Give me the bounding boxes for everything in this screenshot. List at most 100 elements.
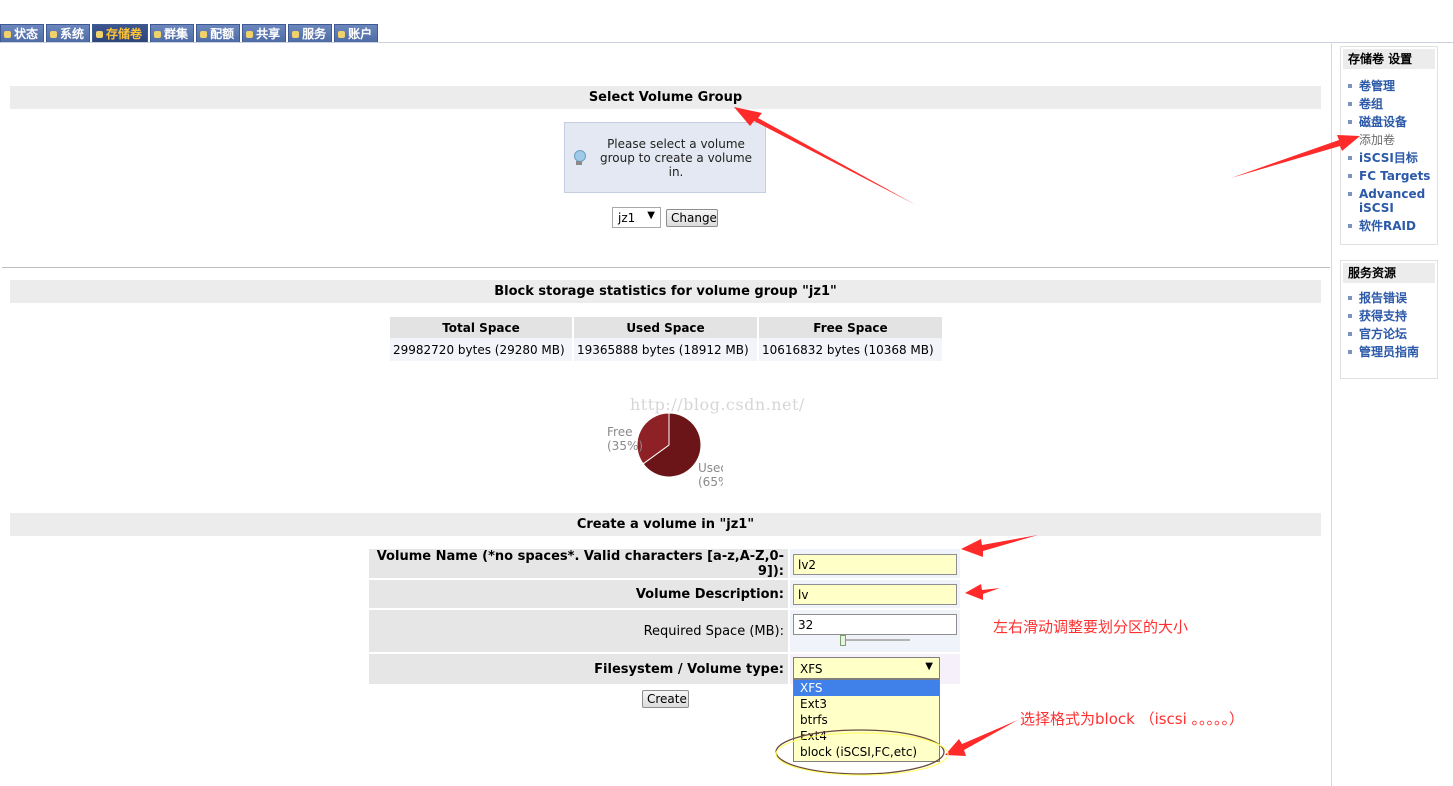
- total-space-header: Total Space: [390, 317, 572, 338]
- select-vg-header: Select Volume Group: [10, 86, 1321, 109]
- arrow-to-volume-name: [961, 535, 1038, 557]
- tab-cluster[interactable]: 群集: [150, 24, 195, 43]
- sidebar-item-forum[interactable]: 官方论坛: [1341, 325, 1437, 343]
- nav-divider: [0, 42, 1453, 43]
- space-slider-handle[interactable]: [840, 635, 846, 646]
- block-annotation: 选择格式为block （iscsi 。。。。。）: [1020, 710, 1245, 728]
- stats-header-row: Total Space Used Space Free Space: [390, 317, 942, 338]
- info-text: Please select a volume group to create a…: [599, 136, 753, 179]
- tab-volumes[interactable]: 存储卷: [92, 24, 149, 43]
- sidebar-divider: [1331, 42, 1332, 786]
- option-btrfs[interactable]: btrfs: [794, 712, 939, 728]
- dropdown-arrow-icon: ▼: [925, 661, 933, 672]
- cluster-icon: [154, 30, 162, 38]
- sidebar-item-add-volume[interactable]: 添加卷: [1341, 131, 1437, 149]
- bullet-icon: [1348, 332, 1352, 336]
- tab-label: 群集: [164, 26, 189, 41]
- stats-value-row: 29982720 bytes (29280 MB) 19365888 bytes…: [390, 338, 942, 361]
- sidebar-item-admin-guide[interactable]: 管理员指南: [1341, 343, 1437, 361]
- stats-header: Block storage statistics for volume grou…: [10, 280, 1321, 303]
- dropdown-arrow-icon: ▼: [647, 210, 655, 221]
- total-space-value: 29982720 bytes (29280 MB): [390, 338, 572, 361]
- option-block[interactable]: block (iSCSI,FC,etc): [794, 744, 939, 760]
- bullet-icon: [1348, 224, 1352, 228]
- sidebar-item-software-raid[interactable]: 软件RAID: [1341, 217, 1437, 235]
- bullet-icon: [1348, 296, 1352, 300]
- used-space-value: 19365888 bytes (18912 MB): [574, 338, 757, 361]
- stats-table: Total Space Used Space Free Space 299827…: [388, 317, 944, 361]
- sidebar-item-iscsi-targets[interactable]: iSCSI目标: [1341, 149, 1437, 167]
- bullet-icon: [1348, 156, 1352, 160]
- sidebar-item-fc-targets[interactable]: FC Targets: [1341, 167, 1437, 185]
- section-divider: [2, 267, 1330, 268]
- bullet-icon: [1348, 120, 1352, 124]
- volumes-icon: [96, 30, 104, 38]
- bullet-icon: [1348, 84, 1352, 88]
- sidebar-item-volume-groups[interactable]: 卷组: [1341, 95, 1437, 113]
- bullet-icon: [1348, 174, 1352, 178]
- tab-label: 共享: [256, 26, 281, 41]
- info-box: Please select a volume group to create a…: [564, 122, 766, 193]
- status-icon: [4, 30, 11, 38]
- required-space-label: Required Space (MB):: [369, 610, 788, 652]
- service-resources-title: 服务资源: [1343, 263, 1435, 283]
- lightbulb-icon: [573, 149, 586, 166]
- top-nav: 状态 系统 存储卷 群集 配额 共享 服务 账户: [0, 24, 380, 44]
- tab-label: 账户: [348, 26, 373, 41]
- space-slider-track[interactable]: [842, 639, 910, 641]
- tab-label: 服务: [302, 26, 327, 41]
- volume-name-label: Volume Name (*no spaces*. Valid characte…: [369, 549, 788, 579]
- volume-name-input[interactable]: lv2: [793, 554, 957, 575]
- option-ext4[interactable]: Ext4: [794, 728, 939, 744]
- option-xfs[interactable]: XFS: [794, 680, 939, 696]
- sidebar-item-advanced-iscsi[interactable]: Advanced iSCSI: [1341, 185, 1437, 217]
- arrow-to-description: [965, 584, 1000, 600]
- system-icon: [50, 30, 58, 38]
- volume-settings-title: 存储卷 设置: [1343, 49, 1435, 69]
- tab-accounts[interactable]: 账户: [334, 24, 379, 43]
- usage-pie-chart: Free (35%) Used (65%): [607, 412, 728, 489]
- pie-free-pct: (35%): [607, 439, 643, 453]
- bullet-icon: [1348, 314, 1352, 318]
- free-space-value: 10616832 bytes (10368 MB): [759, 338, 942, 361]
- tab-status[interactable]: 状态: [0, 24, 45, 43]
- accounts-icon: [338, 30, 346, 38]
- slider-annotation: 左右滑动调整要划分区的大小: [993, 618, 1189, 636]
- bullet-icon: [1348, 138, 1352, 142]
- services-icon: [292, 30, 300, 38]
- option-ext3[interactable]: Ext3: [794, 696, 939, 712]
- pie-used-pct: (65%): [698, 475, 728, 489]
- volume-description-input[interactable]: lv: [793, 584, 957, 605]
- tab-shares[interactable]: 共享: [242, 24, 287, 43]
- required-space-input[interactable]: 32: [793, 614, 957, 635]
- volume-group-value: jz1: [618, 211, 636, 225]
- bullet-icon: [1348, 102, 1352, 106]
- volume-settings-panel: 存储卷 设置 卷管理 卷组 磁盘设备 添加卷 iSCSI目标 FC Target…: [1340, 46, 1438, 245]
- quota-icon: [200, 30, 208, 38]
- change-button[interactable]: Change: [666, 209, 718, 227]
- tab-quota[interactable]: 配额: [196, 24, 241, 43]
- create-button[interactable]: Create: [642, 690, 689, 708]
- tab-label: 状态: [14, 26, 39, 41]
- tab-services[interactable]: 服务: [288, 24, 333, 43]
- pie-used-label: Used: [698, 461, 728, 475]
- filesystem-select[interactable]: XFS ▼: [793, 657, 940, 679]
- create-volume-header: Create a volume in "jz1": [10, 513, 1321, 536]
- bullet-icon: [1348, 350, 1352, 354]
- pie-free-label: Free: [607, 425, 632, 439]
- tab-label: 配额: [210, 26, 235, 41]
- tab-label: 存储卷: [106, 26, 143, 41]
- tab-system[interactable]: 系统: [46, 24, 91, 43]
- filesystem-value: XFS: [800, 662, 823, 676]
- bullet-icon: [1348, 192, 1352, 196]
- free-space-header: Free Space: [759, 317, 942, 338]
- sidebar-item-volume-management[interactable]: 卷管理: [1341, 77, 1437, 95]
- arrow-to-block-option: [945, 720, 1018, 756]
- filesystem-label: Filesystem / Volume type:: [369, 654, 788, 684]
- service-resources-panel: 服务资源 报告错误 获得支持 官方论坛 管理员指南: [1340, 260, 1438, 379]
- filesystem-options-list: XFS Ext3 btrfs Ext4 block (iSCSI,FC,etc): [793, 679, 940, 762]
- volume-group-select[interactable]: jz1 ▼: [612, 207, 661, 228]
- sidebar-item-report-bug[interactable]: 报告错误: [1341, 289, 1437, 307]
- sidebar-item-get-support[interactable]: 获得支持: [1341, 307, 1437, 325]
- sidebar-item-block-devices[interactable]: 磁盘设备: [1341, 113, 1437, 131]
